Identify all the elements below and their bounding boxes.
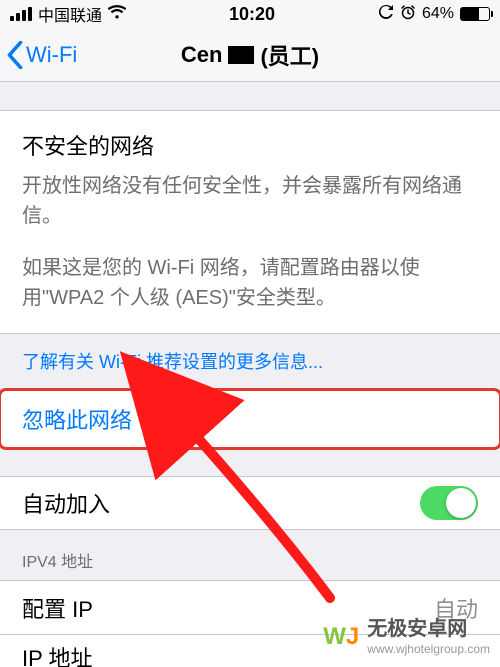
orientation-lock-icon xyxy=(378,4,394,25)
forget-network-label: 忽略此网络 xyxy=(22,403,132,435)
watermark-url: www.wjhotelgroup.com xyxy=(367,643,490,655)
content-scroll[interactable]: 不安全的网络 开放性网络没有任何安全性，并会暴露所有网络通信。 如果这是您的 W… xyxy=(0,82,500,667)
status-bar: 中国联通 10:20 64% xyxy=(0,0,500,28)
watermark-brand: 无极安卓网 xyxy=(367,619,490,639)
configure-ip-label: 配置 IP xyxy=(22,592,93,624)
back-button[interactable]: Wi-Fi xyxy=(6,41,77,69)
nav-bar: Wi-Fi Cen (员工) xyxy=(0,28,500,82)
battery-pct: 64% xyxy=(422,5,454,23)
learn-more-link[interactable]: 了解有关 Wi-Fi 推荐设置的更多信息... xyxy=(0,334,500,390)
title-suffix: (员工) xyxy=(260,39,319,71)
ipv4-section-header: IPV4 地址 xyxy=(0,530,500,580)
battery-icon xyxy=(460,7,490,21)
carrier-label: 中国联通 xyxy=(38,2,102,26)
wifi-icon xyxy=(108,5,126,24)
back-label: Wi-Fi xyxy=(26,42,77,68)
page-title: Cen (员工) xyxy=(181,39,319,71)
forget-network-button[interactable]: 忽略此网络 xyxy=(0,390,500,448)
warning-heading: 不安全的网络 xyxy=(22,129,478,161)
auto-join-row: 自动加入 xyxy=(0,476,500,530)
title-prefix: Cen xyxy=(181,42,223,68)
warning-body-2: 如果这是您的 Wi-Fi 网络，请配置路由器以使用"WPA2 个人级 (AES)… xyxy=(22,253,478,313)
watermark: WJ 无极安卓网 www.wjhotelgroup.com xyxy=(321,617,490,657)
chevron-left-icon xyxy=(6,41,24,69)
status-right: 64% xyxy=(378,4,490,25)
status-left: 中国联通 xyxy=(10,2,126,26)
redacted-block-icon xyxy=(228,46,254,64)
warning-body-1: 开放性网络没有任何安全性，并会暴露所有网络通信。 xyxy=(22,171,478,231)
status-clock: 10:20 xyxy=(229,4,275,25)
signal-bars-icon xyxy=(10,7,32,21)
ip-address-label: IP 地址 xyxy=(22,641,93,667)
auto-join-toggle[interactable] xyxy=(420,486,478,520)
watermark-logo-icon: WJ xyxy=(321,617,361,657)
alarm-icon xyxy=(400,4,416,25)
auto-join-label: 自动加入 xyxy=(22,487,110,519)
insecure-network-warning: 不安全的网络 开放性网络没有任何安全性，并会暴露所有网络通信。 如果这是您的 W… xyxy=(0,110,500,334)
